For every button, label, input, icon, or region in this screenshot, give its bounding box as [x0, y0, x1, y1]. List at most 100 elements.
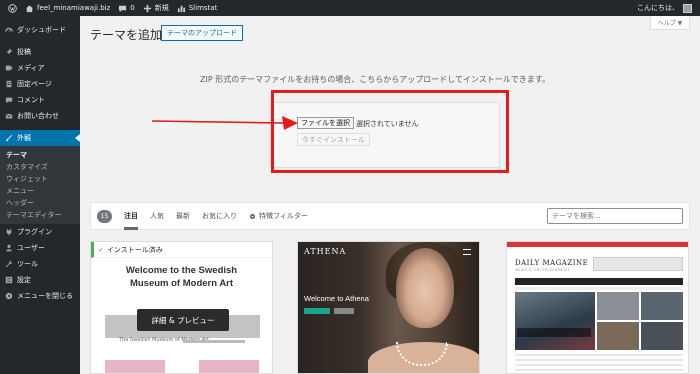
submenu-item-themes[interactable]: テーマ [0, 149, 80, 161]
sidebar-item-label: 設定 [17, 276, 31, 284]
comments-count: 0 [130, 4, 135, 12]
dm-hero-caption [517, 328, 591, 337]
sidebar-item-label: メニューを閉じる [17, 292, 73, 300]
checkmark-icon: ✓ [98, 245, 104, 254]
sidebar-item-label: メディア [17, 64, 45, 72]
user-icon [6, 244, 12, 252]
sidebar-item-settings[interactable]: 設定 [0, 272, 80, 288]
gear-icon [250, 213, 255, 219]
comment-icon [5, 97, 13, 104]
dm-thumbnail [597, 322, 639, 350]
upload-description: ZIP 形式のテーマファイルをお持ちの場合、こちらからアップロードしてインストー… [200, 75, 551, 84]
sidebar-item-label: プラグイン [17, 228, 52, 236]
annotation-arrow-icon [152, 116, 298, 130]
sidebar-item-comments[interactable]: コメント [0, 92, 80, 108]
sidebar-item-tools[interactable]: ツール [0, 256, 80, 272]
dashboard-icon [5, 27, 13, 32]
dm-logo: DAILY MAGAZINE [515, 259, 589, 267]
theme-card-museum[interactable]: ✓ インストール済み Welcome to the Swedish Museum… [90, 241, 273, 374]
sidebar-item-contact[interactable]: お問い合わせ [0, 108, 80, 124]
wordpress-logo[interactable] [8, 3, 17, 13]
museum-preview-block [199, 360, 259, 373]
feature-filter-button[interactable]: 特徴フィルター [249, 211, 308, 221]
submenu-item-customize[interactable]: カスタマイズ [0, 161, 80, 173]
admin-bar: feel_minamiawaji.biz 0 新規 Slimstat こんにちは… [0, 0, 700, 16]
dm-ticker [515, 287, 683, 290]
feature-filter-label: 特徴フィルター [259, 212, 308, 220]
dm-tagline: NEWS & ENTERTAINMENT [515, 268, 570, 272]
athena-preview-button [334, 308, 354, 314]
submenu-item-widgets[interactable]: ウィジェット [0, 173, 80, 185]
slimstat-link[interactable]: Slimstat [177, 4, 217, 13]
dm-top-bar [507, 242, 688, 247]
plus-icon [143, 4, 151, 12]
site-name-link[interactable]: feel_minamiawaji.biz [25, 4, 110, 13]
sidebar-item-label: ツール [17, 260, 38, 268]
sidebar-item-appearance[interactable]: 外観 [0, 130, 80, 146]
site-name: feel_minamiawaji.biz [37, 4, 111, 12]
greeting-text: こんにちは、 [637, 4, 679, 12]
comment-bubble-icon [119, 5, 127, 12]
theme-filter-bar: 15 注目 人気 最新 お気に入り 特徴フィルター [90, 202, 690, 230]
sidebar-item-label: 投稿 [17, 48, 31, 56]
sidebar-item-label: 固定ページ [17, 80, 52, 88]
sidebar-item-label: お問い合わせ [17, 112, 59, 120]
theme-search-input[interactable] [547, 208, 683, 224]
dm-article-lines [515, 354, 683, 372]
new-content-link[interactable]: 新規 [143, 3, 169, 13]
comments-link[interactable]: 0 [118, 4, 135, 13]
media-icon [5, 65, 13, 71]
sidebar-item-label: 外観 [17, 134, 31, 142]
sidebar-item-media[interactable]: メディア [0, 60, 80, 76]
athena-preview-button [304, 308, 330, 314]
museum-title-line2: Museum of Modern Art [129, 278, 234, 289]
athena-welcome-text: Welcome to Athena [304, 294, 369, 303]
brush-icon [5, 134, 13, 142]
theme-card-athena[interactable]: ATHENA Welcome to Athena [297, 241, 480, 374]
theme-card-daily-magazine[interactable]: DAILY MAGAZINE NEWS & ENTERTAINMENT [506, 241, 689, 374]
dm-nav-bar [515, 278, 683, 285]
sidebar-item-label: コメント [17, 96, 45, 104]
submenu-item-header[interactable]: ヘッダー [0, 197, 80, 209]
pin-icon [5, 48, 13, 56]
account-menu[interactable]: こんにちは、 [637, 3, 692, 13]
tab-popular[interactable]: 人気 [150, 202, 164, 230]
dm-thumbnail [641, 322, 683, 350]
help-tab-button[interactable]: ヘルプ ▼ [650, 16, 690, 30]
mail-icon [5, 113, 13, 119]
main-content: テーマを追加 テーマのアップロード ヘルプ ▼ ZIP 形式のテーマファイルをお… [80, 16, 700, 374]
annotation-highlight-box [271, 90, 509, 173]
sidebar-collapse-menu[interactable]: メニューを閉じる [0, 288, 80, 304]
dm-thumbnail-grid [597, 292, 683, 350]
wrench-icon [5, 260, 13, 268]
sidebar-item-posts[interactable]: 投稿 [0, 44, 80, 60]
tab-favorites[interactable]: お気に入り [202, 202, 237, 230]
sidebar-item-plugins[interactable]: プラグイン [0, 224, 80, 240]
details-preview-button[interactable]: 詳細 & プレビュー [137, 309, 229, 331]
avatar [683, 3, 692, 13]
page-title: テーマを追加 [90, 28, 163, 42]
admin-sidebar: ダッシュボード 投稿 メディア 固定ページ コメント お問い合わせ 外観 テーマ… [0, 16, 80, 374]
installed-notice: ✓ インストール済み [91, 242, 272, 258]
new-label: 新規 [154, 4, 169, 12]
tab-latest[interactable]: 最新 [176, 202, 190, 230]
sidebar-item-label: ダッシュボード [17, 26, 66, 34]
home-icon [25, 4, 34, 12]
athena-portrait-face [396, 248, 454, 328]
submenu-item-theme-editor[interactable]: テーマエディター [0, 209, 80, 221]
chart-bars-icon [177, 5, 185, 12]
museum-caption-line [183, 340, 245, 343]
plugin-icon [6, 228, 12, 236]
upload-theme-button[interactable]: テーマのアップロード [161, 25, 243, 41]
settings-icon [5, 276, 13, 284]
submenu-item-menus[interactable]: メニュー [0, 185, 80, 197]
museum-theme-headline: Welcome to the Swedish Museum of Modern … [91, 264, 272, 290]
sidebar-item-pages[interactable]: 固定ページ [0, 76, 80, 92]
theme-count-badge: 15 [97, 209, 112, 223]
museum-title-line1: Welcome to the Swedish [125, 265, 238, 276]
page-icon [6, 80, 12, 88]
tab-featured[interactable]: 注目 [124, 202, 138, 230]
sidebar-item-users[interactable]: ユーザー [0, 240, 80, 256]
sidebar-item-dashboard[interactable]: ダッシュボード [0, 22, 80, 38]
hamburger-menu-icon [463, 249, 471, 255]
